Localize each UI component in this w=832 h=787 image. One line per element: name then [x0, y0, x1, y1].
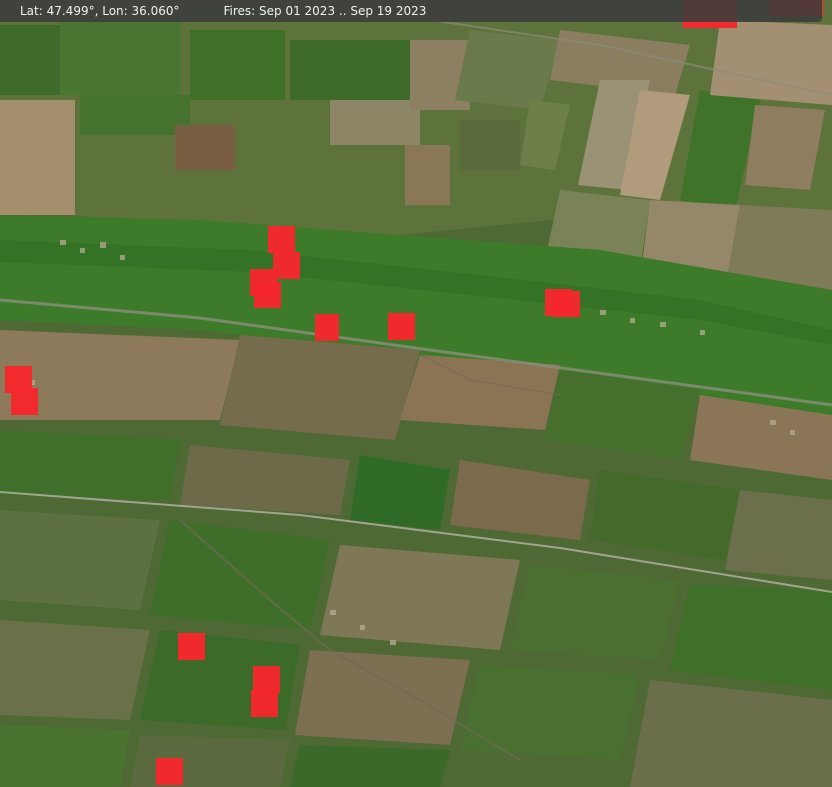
fire-marker[interactable] [251, 690, 278, 717]
fire-marker[interactable] [388, 313, 415, 340]
fire-marker[interactable] [178, 633, 205, 660]
fire-marker[interactable] [553, 291, 580, 317]
satellite-imagery [0, 0, 832, 787]
fire-marker[interactable] [268, 226, 295, 253]
fire-marker[interactable] [253, 666, 280, 693]
fire-marker[interactable] [11, 388, 38, 415]
fire-marker[interactable] [254, 282, 281, 308]
fire-date-range: Fires: Sep 01 2023 .. Sep 19 2023 [223, 4, 427, 18]
fire-marker[interactable] [315, 314, 339, 341]
cursor-coordinates: Lat: 47.499°, Lon: 36.060° [20, 4, 180, 18]
fire-marker[interactable] [273, 252, 300, 279]
fire-marker[interactable] [156, 758, 183, 785]
info-bar: Lat: 47.499°, Lon: 36.060° Fires: Sep 01… [0, 0, 822, 22]
satellite-map[interactable]: Lat: 47.499°, Lon: 36.060° Fires: Sep 01… [0, 0, 832, 787]
